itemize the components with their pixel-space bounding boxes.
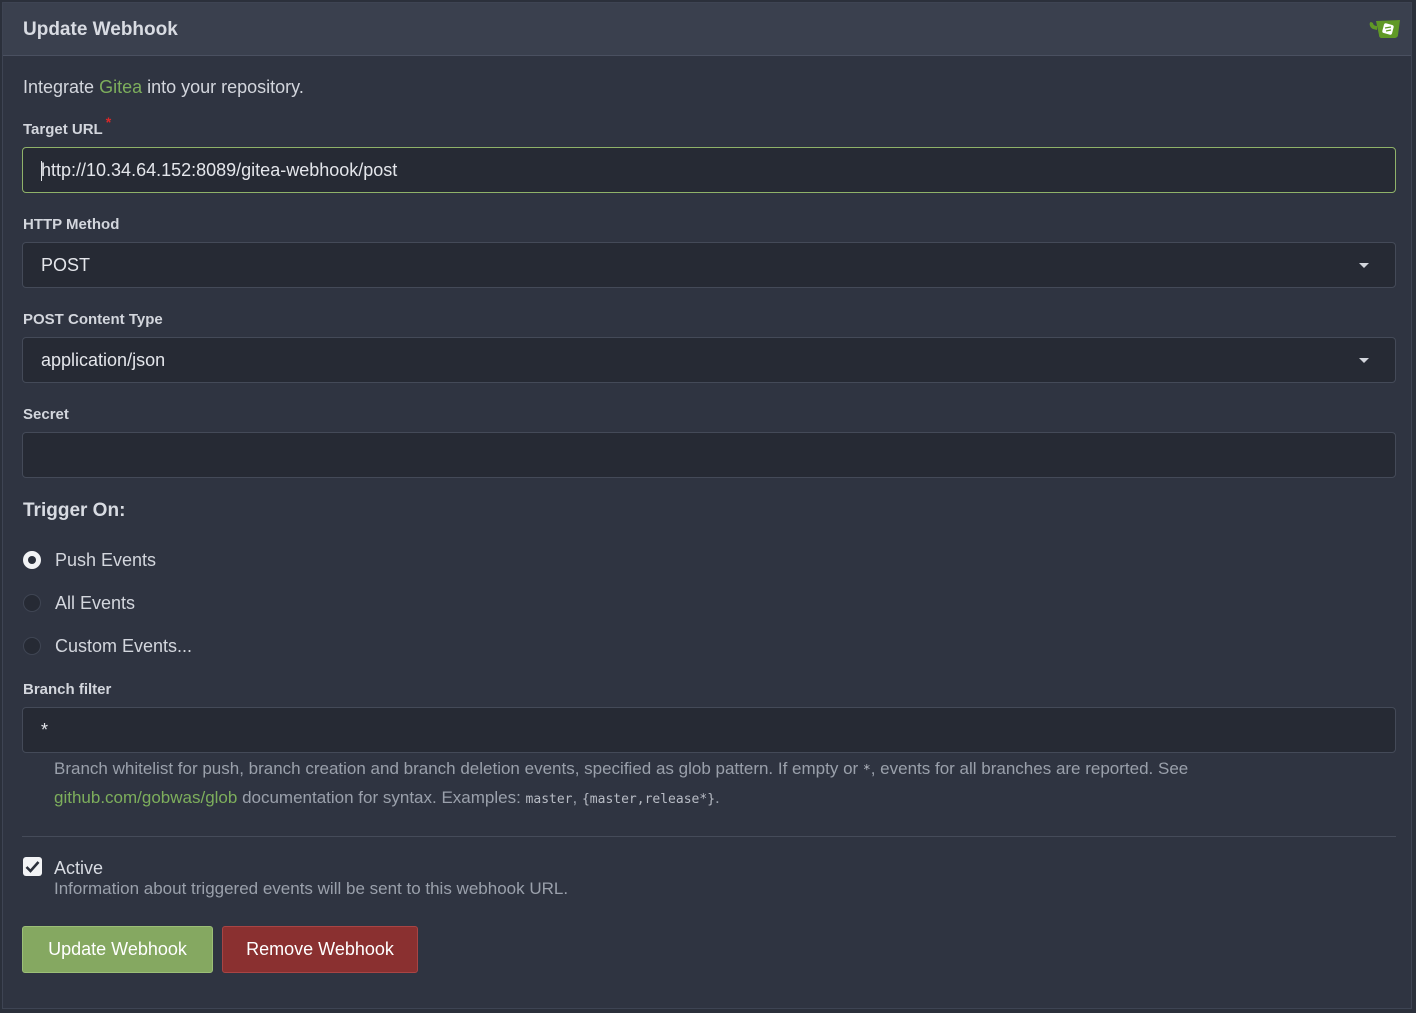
intro-prefix: Integrate (23, 77, 100, 97)
trigger-heading: Trigger On: (23, 500, 126, 521)
radio-custom-events[interactable] (23, 637, 41, 655)
dropdown-arrow-icon (1359, 263, 1369, 268)
content-type-value: application/json (41, 350, 166, 370)
active-checkbox[interactable] (23, 857, 42, 876)
radio-label: Custom Events... (55, 635, 193, 656)
page-title: Update Webhook (23, 19, 178, 40)
trigger-option-push[interactable]: Push Events (23, 548, 156, 572)
remove-webhook-button[interactable]: Remove Webhook (222, 926, 418, 973)
help-text-part: , (572, 788, 582, 807)
active-description: Information about triggered events will … (54, 879, 569, 898)
divider (22, 836, 1396, 837)
radio-label: Push Events (55, 549, 157, 570)
help-text-part: . (715, 788, 720, 807)
help-code: * (862, 763, 871, 778)
trigger-option-all[interactable]: All Events (23, 591, 135, 615)
required-marker: * (105, 114, 112, 130)
content-type-label: POST Content Type (23, 311, 163, 328)
secret-input[interactable] (22, 432, 1396, 478)
help-code: master (525, 792, 573, 807)
help-text-part: Branch whitelist for push, branch creati… (54, 759, 863, 778)
branch-filter-help: Branch whitelist for push, branch creati… (54, 755, 1254, 813)
radio-push-events[interactable] (23, 551, 41, 569)
http-method-label: HTTP Method (23, 216, 120, 233)
help-text-part: , events for all branches are reported. … (870, 759, 1189, 778)
secret-label: Secret (23, 406, 69, 423)
help-code: {master,release*} (581, 792, 716, 807)
update-webhook-button[interactable]: Update Webhook (22, 926, 213, 973)
trigger-option-custom[interactable]: Custom Events... (23, 634, 192, 658)
help-text-part: documentation for syntax. Examples: (237, 788, 526, 807)
target-url-input[interactable]: http://10.34.64.152:8089/gitea-webhook/p… (22, 147, 1396, 193)
http-method-value: POST (41, 255, 91, 275)
intro-suffix: into your repository. (142, 77, 304, 97)
branch-filter-input[interactable]: * (22, 707, 1396, 753)
target-url-label-text: Target URL (23, 121, 103, 138)
target-url-value: http://10.34.64.152:8089/gitea-webhook/p… (41, 160, 398, 180)
glob-docs-link[interactable]: github.com/gobwas/glob (54, 788, 237, 807)
active-label: Active (54, 858, 104, 878)
gitea-logo-icon (1369, 20, 1400, 38)
content-type-select[interactable]: application/json (22, 337, 1396, 383)
target-url-label: Target URL * (23, 114, 111, 138)
radio-label: All Events (55, 592, 136, 613)
webhook-form-panel: Update Webhook Integrate Gitea into your… (2, 2, 1412, 1009)
branch-filter-value: * (41, 720, 49, 740)
intro-text: Integrate Gitea into your repository. (23, 77, 304, 98)
radio-all-events[interactable] (23, 594, 41, 612)
branch-filter-label: Branch filter (23, 681, 112, 698)
checkmark-icon (25, 861, 40, 873)
panel-header: Update Webhook (3, 3, 1411, 56)
http-method-select[interactable]: POST (22, 242, 1396, 288)
gitea-link[interactable]: Gitea (99, 77, 142, 97)
dropdown-arrow-icon (1359, 358, 1369, 363)
